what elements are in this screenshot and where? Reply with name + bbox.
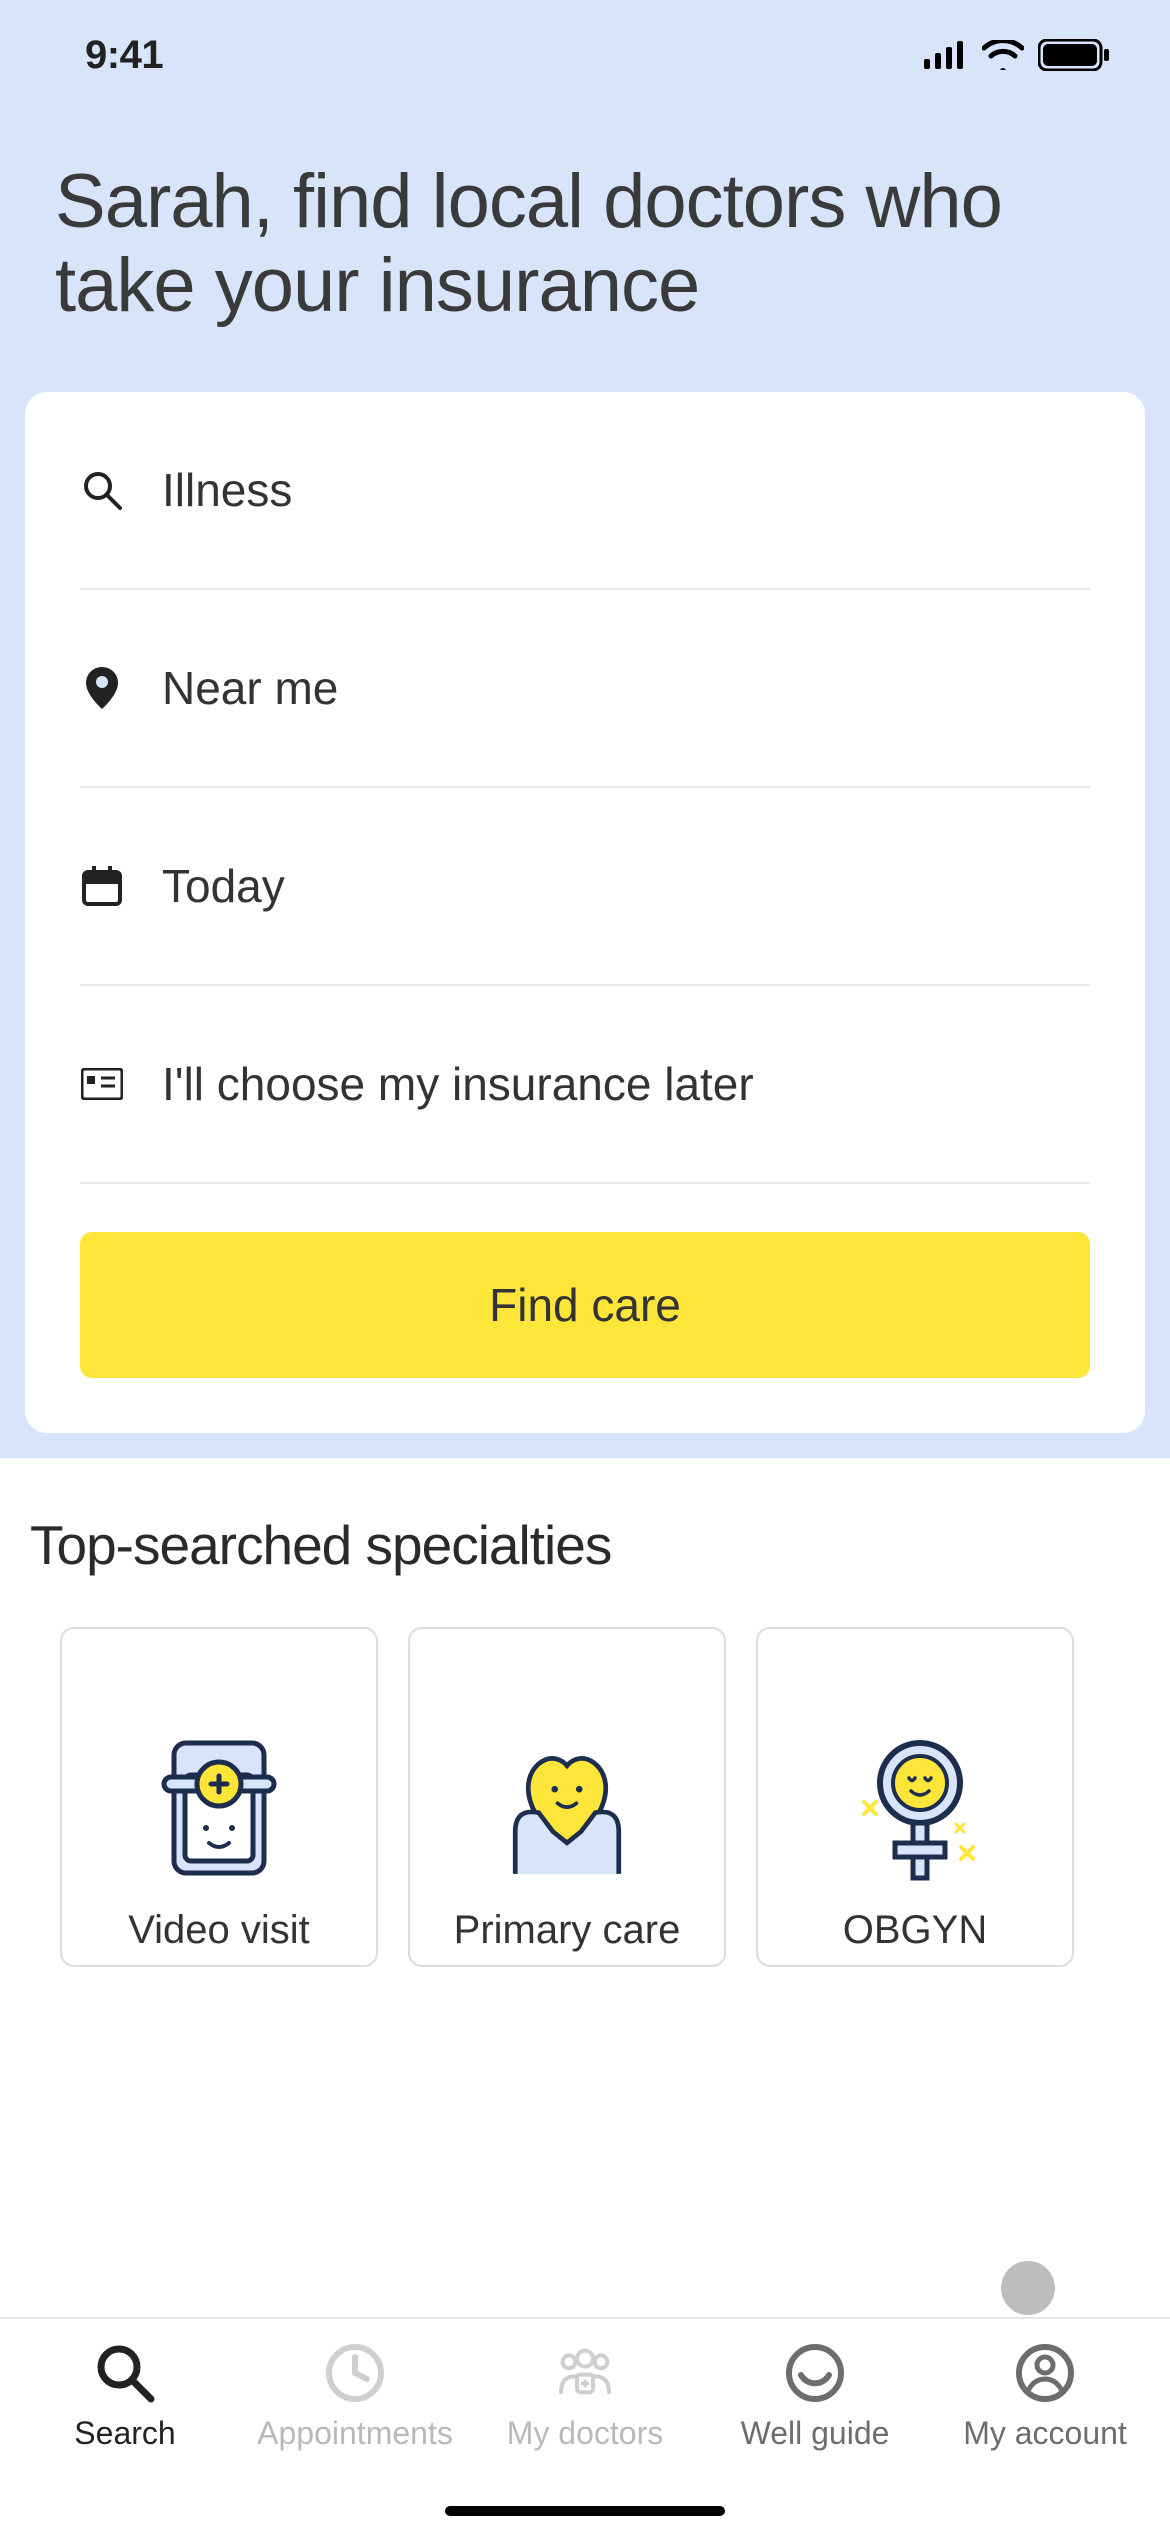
greeting-wrap: Sarah, find local doctors who take your …	[0, 110, 1170, 327]
status-time: 9:41	[85, 33, 163, 78]
greeting-text: Sarah, find local doctors who take your …	[55, 160, 1115, 327]
search-query-value: Illness	[162, 463, 292, 517]
insurance-card-icon	[80, 1062, 124, 1106]
specialties-row[interactable]: Video visit Primary care	[30, 1627, 1140, 1967]
floating-indicator-dot	[1001, 2261, 1055, 2315]
search-card-wrap: Illness Near me Today I'll choose my ins…	[0, 327, 1170, 1458]
specialties-section: Top-searched specialties Video visit	[0, 1458, 1170, 2317]
status-icons	[924, 39, 1110, 71]
nav-label: Appointments	[257, 2415, 453, 2452]
wifi-icon	[982, 40, 1024, 70]
insurance-field[interactable]: I'll choose my insurance later	[80, 986, 1090, 1184]
video-visit-icon	[139, 1728, 299, 1888]
specialties-title: Top-searched specialties	[30, 1513, 1140, 1577]
search-query-field[interactable]: Illness	[80, 392, 1090, 590]
specialty-card-video-visit[interactable]: Video visit	[60, 1627, 378, 1967]
nav-well-guide[interactable]: Well guide	[705, 2341, 925, 2452]
nav-label: My doctors	[507, 2415, 663, 2452]
date-value: Today	[162, 859, 285, 913]
specialty-label: Video visit	[128, 1908, 310, 1953]
find-care-button[interactable]: Find care	[80, 1232, 1090, 1378]
location-value: Near me	[162, 661, 338, 715]
smile-icon	[783, 2341, 847, 2405]
insurance-value: I'll choose my insurance later	[162, 1057, 754, 1111]
battery-icon	[1038, 39, 1110, 71]
specialty-label: OBGYN	[843, 1908, 987, 1953]
specialty-label: Primary care	[454, 1908, 681, 1953]
clock-icon	[323, 2341, 387, 2405]
search-icon	[93, 2341, 157, 2405]
home-indicator	[445, 2506, 725, 2516]
nav-label: Well guide	[741, 2415, 890, 2452]
primary-care-icon	[487, 1728, 647, 1888]
calendar-icon	[80, 864, 124, 908]
location-field[interactable]: Near me	[80, 590, 1090, 788]
nav-my-account[interactable]: My account	[935, 2341, 1155, 2452]
date-field[interactable]: Today	[80, 788, 1090, 986]
obgyn-icon	[835, 1728, 995, 1888]
nav-search[interactable]: Search	[15, 2341, 235, 2452]
nav-label: My account	[963, 2415, 1127, 2452]
search-icon	[80, 468, 124, 512]
doctors-icon	[553, 2341, 617, 2405]
account-icon	[1013, 2341, 1077, 2405]
nav-my-doctors[interactable]: My doctors	[475, 2341, 695, 2452]
specialty-card-primary-care[interactable]: Primary care	[408, 1627, 726, 1967]
search-card: Illness Near me Today I'll choose my ins…	[25, 392, 1145, 1433]
location-icon	[80, 666, 124, 710]
status-bar: 9:41	[0, 0, 1170, 110]
specialty-card-obgyn[interactable]: OBGYN	[756, 1627, 1074, 1967]
nav-appointments[interactable]: Appointments	[245, 2341, 465, 2452]
bottom-nav: Search Appointments My doctors Well guid…	[0, 2317, 1170, 2532]
nav-label: Search	[74, 2415, 175, 2452]
signal-icon	[924, 41, 968, 69]
